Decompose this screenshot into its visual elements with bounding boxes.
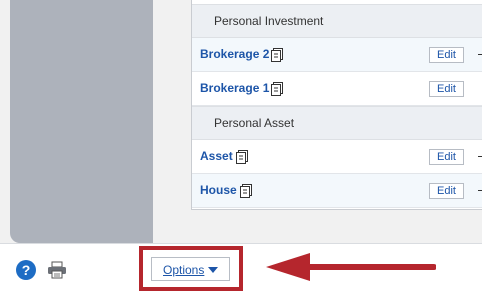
- group-header-personal-investment: Personal Investment: [192, 4, 482, 38]
- balance-value: [478, 156, 482, 157]
- caret-down-icon: [208, 267, 218, 273]
- account-row-brokerage-1: Brokerage 1 Edit: [192, 72, 482, 106]
- account-link-brokerage-2[interactable]: Brokerage 2: [200, 47, 269, 61]
- account-row-brokerage-2: Brokerage 2 Edit: [192, 38, 482, 72]
- edit-button[interactable]: Edit: [429, 47, 464, 63]
- account-link-brokerage-1[interactable]: Brokerage 1: [200, 81, 269, 95]
- help-icon[interactable]: ?: [16, 260, 36, 280]
- sidebar-panel: [10, 0, 153, 243]
- accounts-list: Personal Investment Brokerage 2 Edit Bro…: [191, 0, 482, 210]
- account-row-house: House Edit: [192, 174, 482, 208]
- account-link-house[interactable]: House: [200, 183, 237, 197]
- account-row-asset: Asset Edit: [192, 140, 482, 174]
- options-label: Options: [163, 263, 205, 277]
- document-icon[interactable]: [271, 82, 283, 96]
- printer-icon[interactable]: [47, 261, 67, 279]
- group-title: Personal Asset: [214, 116, 295, 130]
- group-header-personal-asset: Personal Asset: [192, 106, 482, 140]
- edit-button[interactable]: Edit: [429, 149, 464, 165]
- main-panel: Personal Investment Brokerage 2 Edit Bro…: [0, 0, 482, 243]
- balance-value: [478, 190, 482, 191]
- document-icon[interactable]: [240, 184, 252, 198]
- balance-value: [478, 54, 482, 55]
- edit-button[interactable]: Edit: [429, 183, 464, 199]
- account-link-asset[interactable]: Asset: [200, 149, 233, 163]
- options-button[interactable]: Options: [151, 257, 230, 281]
- document-icon[interactable]: [236, 150, 248, 164]
- group-title: Personal Investment: [214, 14, 324, 28]
- annotation-arrow: [266, 253, 436, 281]
- document-icon[interactable]: [271, 48, 283, 62]
- edit-button[interactable]: Edit: [429, 81, 464, 97]
